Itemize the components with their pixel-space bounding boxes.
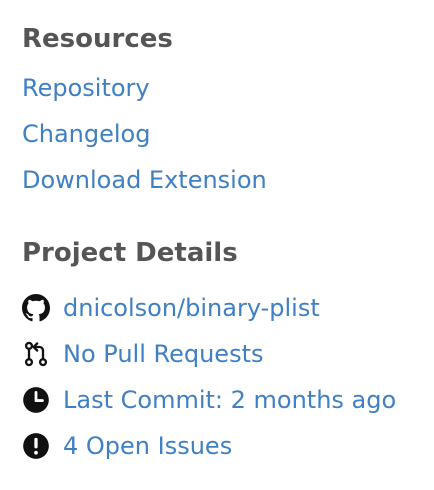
last-commit-link[interactable]: Last Commit: 2 months ago [63, 388, 396, 412]
resources-heading: Resources [22, 24, 173, 54]
repository-link[interactable]: Repository [22, 76, 150, 100]
download-extension-link[interactable]: Download Extension [22, 168, 267, 192]
github-icon [22, 293, 52, 323]
pull-requests-link[interactable]: No Pull Requests [63, 342, 263, 366]
issue-icon [22, 431, 52, 461]
clock-icon [22, 385, 52, 415]
changelog-link[interactable]: Changelog [22, 122, 150, 146]
project-details-heading: Project Details [22, 238, 238, 268]
pull-requests-row[interactable]: No Pull Requests [22, 337, 263, 371]
repo-link[interactable]: dnicolson/binary-plist [63, 296, 320, 320]
repo-row[interactable]: dnicolson/binary-plist [22, 291, 320, 325]
open-issues-link[interactable]: 4 Open Issues [63, 434, 232, 458]
last-commit-row[interactable]: Last Commit: 2 months ago [22, 383, 396, 417]
open-issues-row[interactable]: 4 Open Issues [22, 429, 232, 463]
pull-request-icon [22, 339, 52, 369]
